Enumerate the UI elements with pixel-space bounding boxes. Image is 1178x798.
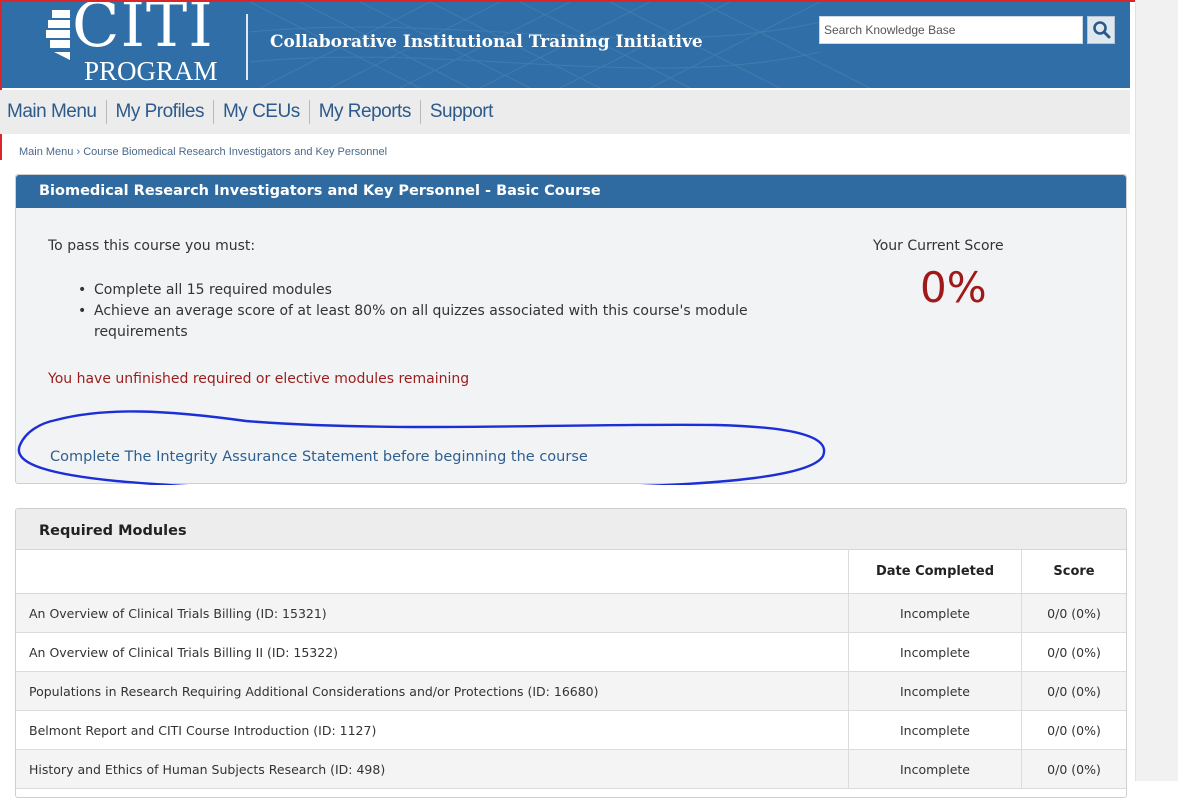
main-nav: Main Menu My Profiles My CEUs My Reports… xyxy=(0,90,1130,134)
column-header-score: Score xyxy=(1021,550,1126,594)
nav-my-reports[interactable]: My Reports xyxy=(319,101,412,123)
nav-support[interactable]: Support xyxy=(430,101,494,123)
search-button[interactable] xyxy=(1087,16,1115,44)
course-title: Biomedical Research Investigators and Ke… xyxy=(16,175,1126,208)
requirement-item: • Complete all 15 required modules xyxy=(78,280,778,301)
logo-divider xyxy=(246,14,248,80)
module-date-completed: Incomplete xyxy=(848,632,1022,672)
organization-name: Collaborative Institutional Training Ini… xyxy=(270,32,703,52)
module-name-link[interactable]: Populations in Research Requiring Additi… xyxy=(16,671,849,711)
site-header: CITI PROGRAM Collaborative Institutional… xyxy=(0,2,1130,88)
bullet-icon: • xyxy=(78,282,87,298)
module-name-link[interactable]: History and Ethics of Human Subjects Res… xyxy=(16,749,849,789)
search-icon xyxy=(1093,21,1111,39)
column-header-date-completed: Date Completed xyxy=(848,550,1022,594)
table-row: An Overview of Clinical Trials Billing (… xyxy=(16,593,1126,633)
requirement-text: Complete all 15 required modules xyxy=(94,282,332,298)
nav-separator xyxy=(105,100,107,124)
nav-main-menu[interactable]: Main Menu xyxy=(7,101,97,123)
right-gutter xyxy=(1135,0,1178,781)
table-row: Populations in Research Requiring Additi… xyxy=(16,671,1126,711)
module-score: 0/0 (0%) xyxy=(1021,710,1126,750)
module-name-link[interactable]: Belmont Report and CITI Course Introduct… xyxy=(16,710,849,750)
module-name-link[interactable]: An Overview of Clinical Trials Billing (… xyxy=(16,593,849,633)
logo-program-text: PROGRAM xyxy=(84,56,218,86)
module-date-completed: Incomplete xyxy=(848,710,1022,750)
module-score: 0/0 (0%) xyxy=(1021,671,1126,711)
logo-wordmark[interactable]: CITI xyxy=(72,2,214,58)
page-left-border xyxy=(0,0,2,160)
table-row: An Overview of Clinical Trials Billing I… xyxy=(16,632,1126,672)
nav-my-profiles[interactable]: My Profiles xyxy=(116,101,205,123)
integrity-assurance-link[interactable]: Complete The Integrity Assurance Stateme… xyxy=(50,449,588,465)
course-panel: Biomedical Research Investigators and Ke… xyxy=(15,174,1127,485)
table-row: Belmont Report and CITI Course Introduct… xyxy=(16,710,1126,750)
nav-my-ceus[interactable]: My CEUs xyxy=(223,101,300,123)
score-value: 0% xyxy=(920,263,987,312)
nav-separator xyxy=(419,100,421,124)
requirements-intro: To pass this course you must: xyxy=(48,238,256,254)
module-name-link[interactable]: An Overview of Clinical Trials Billing I… xyxy=(16,632,849,672)
requirement-text: Achieve an average score of at least 80%… xyxy=(94,303,748,340)
score-label: Your Current Score xyxy=(873,238,1004,254)
module-score: 0/0 (0%) xyxy=(1021,632,1126,672)
required-modules-title: Required Modules xyxy=(16,509,1126,550)
table-row: History and Ethics of Human Subjects Res… xyxy=(16,749,1126,789)
module-date-completed: Incomplete xyxy=(848,671,1022,711)
modules-table: Date Completed Score An Overview of Clin… xyxy=(16,550,1126,789)
nav-separator xyxy=(308,100,310,124)
required-modules-panel: Required Modules Date Completed Score An… xyxy=(15,508,1127,798)
table-header-row: Date Completed Score xyxy=(16,550,1126,594)
column-header-module xyxy=(16,550,849,594)
citi-logo-icon xyxy=(46,10,70,60)
search-input[interactable]: Search Knowledge Base xyxy=(819,16,1083,44)
requirement-item: • Achieve an average score of at least 8… xyxy=(78,301,778,343)
requirements-list: • Complete all 15 required modules • Ach… xyxy=(78,280,778,343)
breadcrumb[interactable]: Main Menu › Course Biomedical Research I… xyxy=(19,146,387,158)
module-date-completed: Incomplete xyxy=(848,593,1022,633)
module-score: 0/0 (0%) xyxy=(1021,749,1126,789)
module-score: 0/0 (0%) xyxy=(1021,593,1126,633)
nav-separator xyxy=(212,100,214,124)
bullet-icon: • xyxy=(78,303,87,319)
module-date-completed: Incomplete xyxy=(848,749,1022,789)
unfinished-warning: You have unfinished required or elective… xyxy=(48,371,470,387)
